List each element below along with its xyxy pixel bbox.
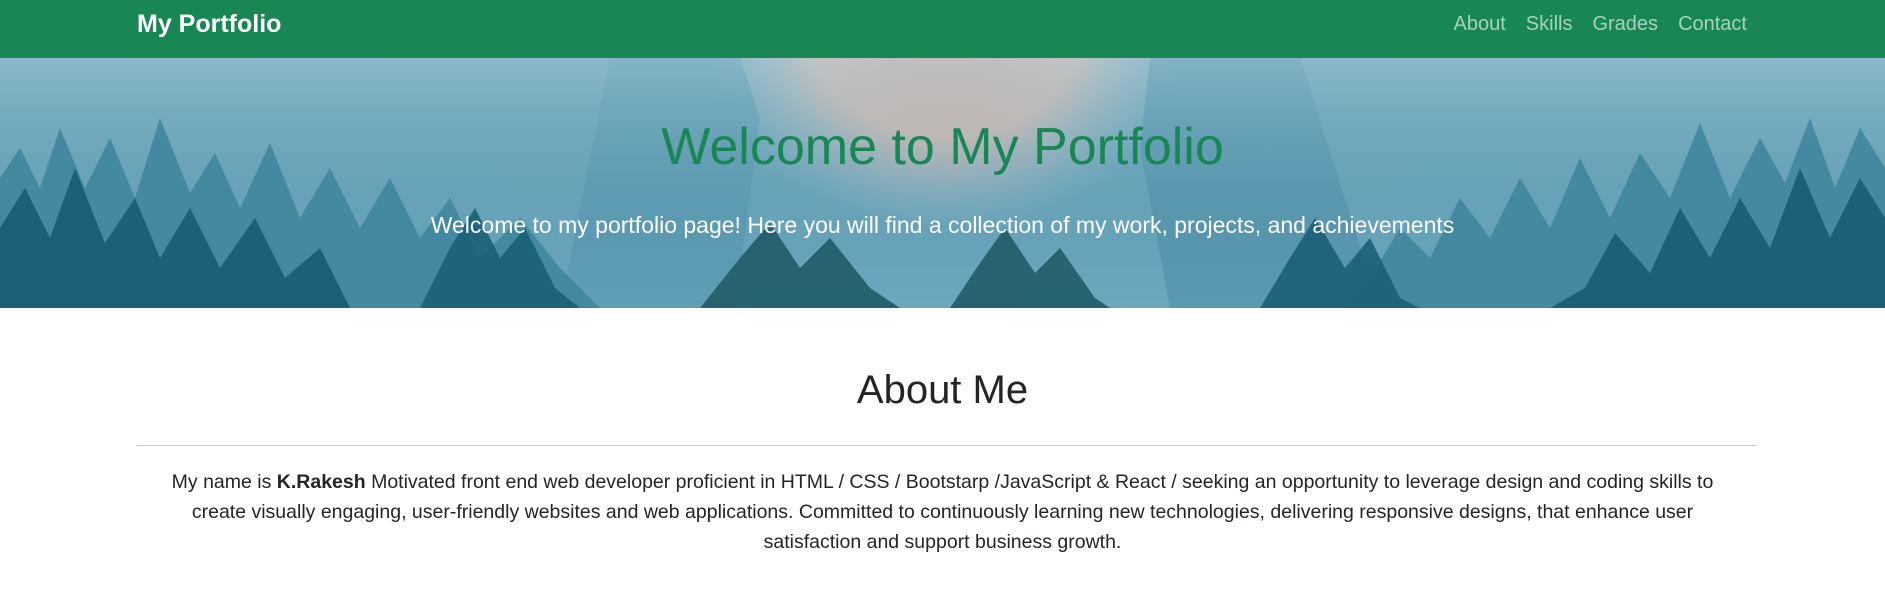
hero-subtitle: Welcome to my portfolio page! Here you w… [430,212,1455,238]
nav-link-contact[interactable]: Contact [1678,0,1747,58]
nav-link-skills[interactable]: Skills [1526,0,1573,58]
navbar: My Portfolio About Skills Grades Contact [0,0,1885,58]
about-description: Motivated front end web developer profic… [191,471,1714,553]
brand-link[interactable]: My Portfolio [137,0,281,58]
about-paragraph: My name is K.Rakesh Motivated front end … [150,467,1735,557]
forest-background-image [0,58,1885,308]
hero-banner: Welcome to My Portfolio Welcome to my po… [0,58,1885,308]
about-name: K.Rakesh [276,471,366,493]
about-intro: My name is [171,471,277,493]
nav-link-grades[interactable]: Grades [1592,0,1658,58]
section-divider [137,445,1757,446]
nav-links: About Skills Grades Contact [1454,0,1747,58]
about-heading: About Me [856,368,1029,412]
hero-title: Welcome to My Portfolio [661,118,1224,176]
nav-link-about[interactable]: About [1454,0,1506,58]
